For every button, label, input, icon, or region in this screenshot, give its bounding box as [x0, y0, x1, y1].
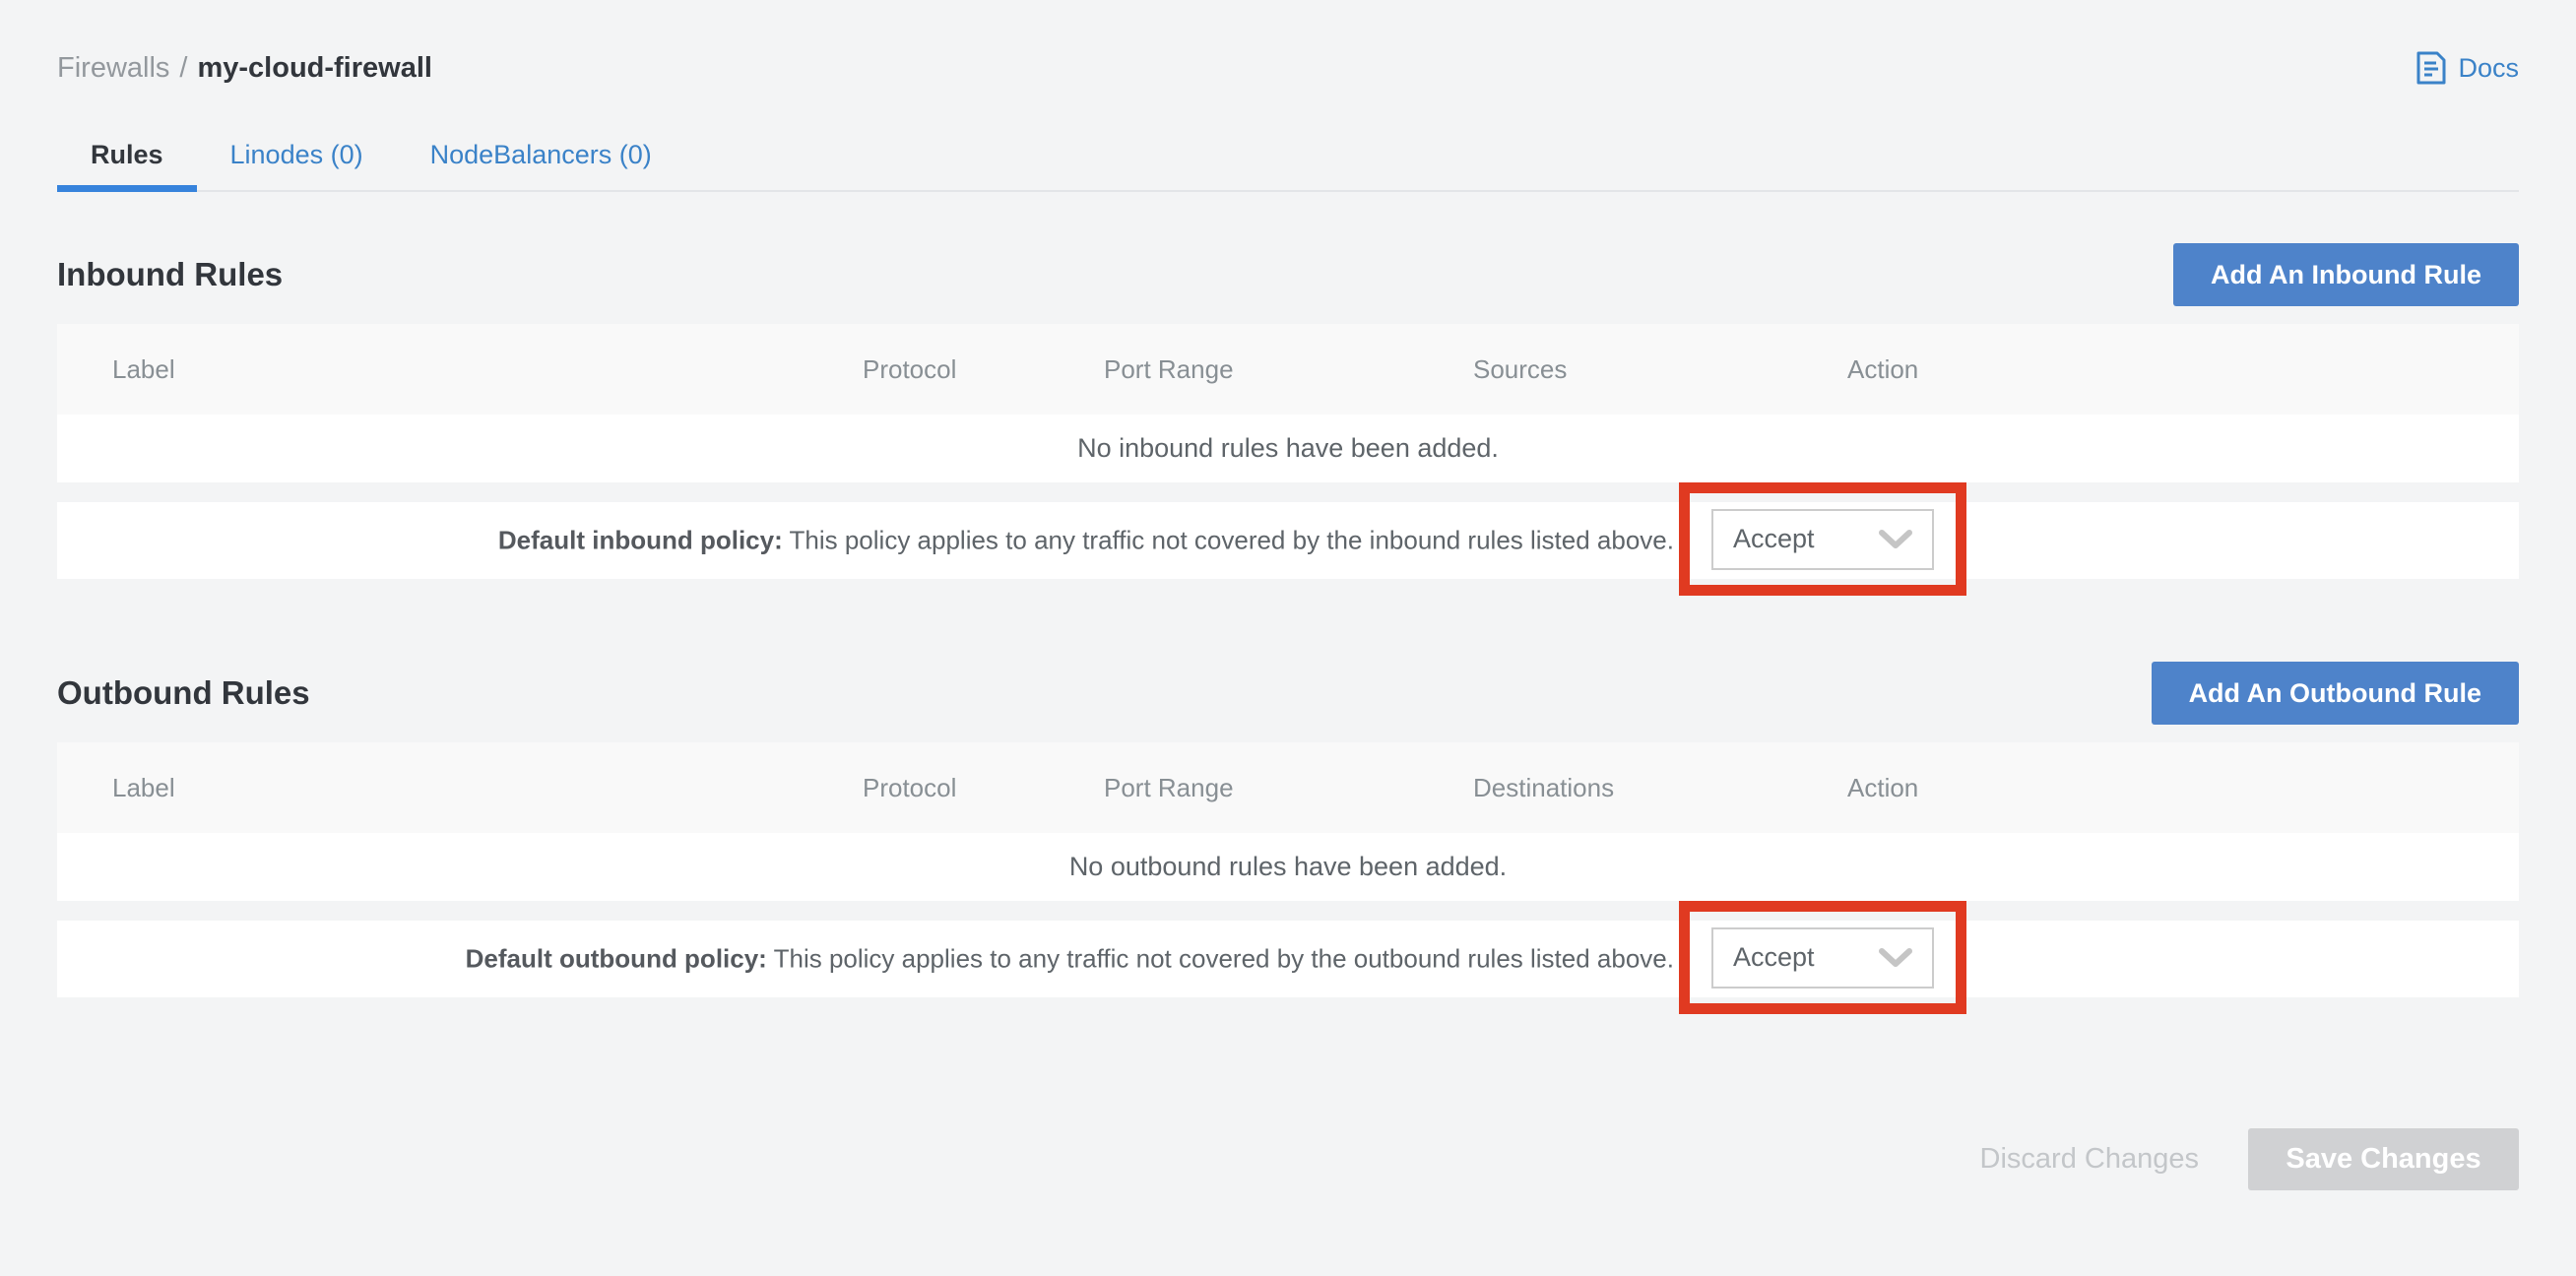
outbound-empty-message: No outbound rules have been added. — [1069, 852, 1507, 882]
outbound-column-action: Action — [1847, 773, 2519, 803]
outbound-policy-row: Default outbound policy: This policy app… — [57, 921, 2519, 997]
breadcrumb-separator: / — [179, 52, 187, 85]
outbound-policy-description: Default outbound policy: This policy app… — [466, 944, 1674, 975]
tab-bar: Rules Linodes (0) NodeBalancers (0) — [57, 140, 2519, 192]
inbound-empty-row: No inbound rules have been added. — [57, 415, 2519, 482]
inbound-rules-table: Label Protocol Port Range Sources Action… — [57, 324, 2519, 579]
inbound-policy-text: This policy applies to any traffic not c… — [783, 526, 1674, 555]
inbound-column-sources: Sources — [1473, 354, 1847, 385]
outbound-policy-text: This policy applies to any traffic not c… — [767, 944, 1674, 974]
outbound-policy-select[interactable]: Accept — [1711, 927, 1934, 989]
inbound-policy-selected-value: Accept — [1733, 524, 1815, 554]
inbound-policy-label: Default inbound policy: — [498, 526, 783, 555]
topbar: Firewalls / my-cloud-firewall Docs — [57, 0, 2519, 85]
inbound-column-protocol: Protocol — [863, 354, 1104, 385]
docs-link-label: Docs — [2458, 53, 2519, 84]
row-gap — [57, 482, 2519, 502]
page-title: my-cloud-firewall — [197, 52, 432, 85]
inbound-policy-highlight-box: Accept — [1679, 482, 1966, 596]
tab-nodebalancers[interactable]: NodeBalancers (0) — [397, 140, 685, 192]
discard-changes-button[interactable]: Discard Changes — [1980, 1143, 2199, 1176]
inbound-column-label: Label — [112, 354, 863, 385]
chevron-down-icon — [1879, 530, 1912, 549]
outbound-rules-heading: Outbound Rules — [57, 674, 310, 712]
add-outbound-rule-button[interactable]: Add An Outbound Rule — [2152, 662, 2519, 725]
inbound-column-action: Action — [1847, 354, 2519, 385]
inbound-section-header: Inbound Rules Add An Inbound Rule — [57, 243, 2519, 306]
document-icon — [2416, 51, 2446, 85]
row-gap — [57, 901, 2519, 921]
inbound-policy-description: Default inbound policy: This policy appl… — [498, 526, 1674, 556]
outbound-rules-table: Label Protocol Port Range Destinations A… — [57, 742, 2519, 997]
docs-link[interactable]: Docs — [2416, 51, 2519, 85]
breadcrumb-firewalls-link[interactable]: Firewalls — [57, 52, 169, 85]
firewall-detail-page: Firewalls / my-cloud-firewall Docs Rules… — [0, 0, 2576, 1276]
inbound-policy-row: Default inbound policy: This policy appl… — [57, 502, 2519, 579]
tab-rules[interactable]: Rules — [57, 140, 197, 192]
outbound-policy-label: Default outbound policy: — [466, 944, 767, 974]
inbound-empty-message: No inbound rules have been added. — [1077, 433, 1499, 464]
add-inbound-rule-button[interactable]: Add An Inbound Rule — [2173, 243, 2519, 306]
outbound-column-destinations: Destinations — [1473, 773, 1847, 803]
footer-actions: Discard Changes Save Changes — [57, 1128, 2519, 1190]
inbound-column-port-range: Port Range — [1104, 354, 1473, 385]
inbound-rules-heading: Inbound Rules — [57, 256, 283, 293]
chevron-down-icon — [1879, 948, 1912, 968]
outbound-section-header: Outbound Rules Add An Outbound Rule — [57, 662, 2519, 725]
tab-linodes[interactable]: Linodes (0) — [197, 140, 397, 192]
outbound-policy-highlight-box: Accept — [1679, 901, 1966, 1014]
outbound-column-port-range: Port Range — [1104, 773, 1473, 803]
inbound-table-header: Label Protocol Port Range Sources Action — [57, 324, 2519, 415]
breadcrumb: Firewalls / my-cloud-firewall — [57, 52, 432, 85]
outbound-column-protocol: Protocol — [863, 773, 1104, 803]
outbound-column-label: Label — [112, 773, 863, 803]
outbound-table-header: Label Protocol Port Range Destinations A… — [57, 742, 2519, 833]
save-changes-button[interactable]: Save Changes — [2248, 1128, 2519, 1190]
inbound-policy-select[interactable]: Accept — [1711, 509, 1934, 570]
outbound-policy-selected-value: Accept — [1733, 942, 1815, 973]
outbound-empty-row: No outbound rules have been added. — [57, 833, 2519, 901]
